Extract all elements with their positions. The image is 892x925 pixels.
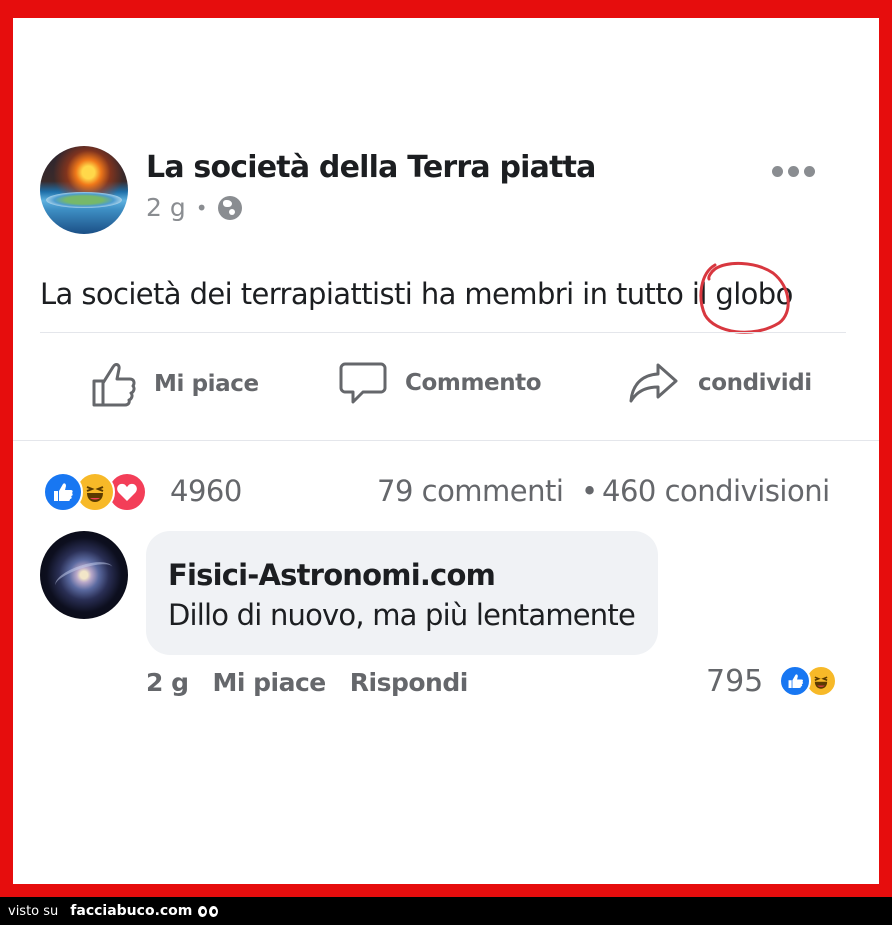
like-reaction-icon [779, 665, 811, 697]
comment-reaction-count[interactable]: 795 [706, 664, 763, 699]
meta-separator: • [195, 195, 208, 220]
comment-button[interactable]: Commento [339, 361, 542, 405]
watermark-footer: visto su facciabuco.com [0, 897, 892, 925]
comment-actions: 2 g Mi piace Rispondi [146, 668, 492, 697]
comment-time[interactable]: 2 g [146, 668, 189, 697]
post-time[interactable]: 2 g [146, 193, 186, 222]
like-button[interactable]: Mi piace [92, 361, 259, 407]
divider [13, 440, 879, 441]
page-name[interactable]: La società della Terra piatta [146, 150, 596, 185]
shares-count[interactable]: 460 condivisioni [602, 474, 830, 508]
divider [40, 332, 846, 333]
share-label: condividi [698, 370, 812, 396]
comment-text: Dillo di nuovo, ma più lentamente [168, 598, 636, 632]
footer-site-logo[interactable]: facciabuco.com [70, 903, 192, 919]
post-text: La società dei terrapiattisti ha membri … [40, 277, 793, 311]
reaction-count[interactable]: 4960 [170, 474, 242, 508]
thumbs-up-icon [92, 363, 136, 407]
like-reaction-icon [43, 472, 83, 512]
comment-reactions[interactable] [779, 665, 837, 697]
share-button[interactable]: condividi [628, 361, 812, 405]
globe-icon [217, 195, 242, 220]
comment-label: Commento [405, 370, 542, 396]
page-avatar[interactable] [40, 146, 128, 234]
comment-bubble [146, 531, 658, 655]
post-card [13, 18, 879, 884]
annotation-circle [699, 261, 790, 334]
more-options-icon[interactable] [772, 166, 815, 177]
footer-visto-su: visto su [8, 903, 59, 919]
speech-bubble-icon [339, 362, 387, 404]
comment-reply-button[interactable]: Rispondi [350, 668, 469, 697]
like-label: Mi piace [154, 371, 259, 397]
comment-author[interactable]: Fisici-Astronomi.com [168, 558, 496, 592]
eyes-icon [198, 905, 219, 917]
post-meta: 2 g • [146, 193, 242, 222]
comment-like-button[interactable]: Mi piace [213, 668, 327, 697]
reaction-summary[interactable] [43, 472, 147, 512]
comments-count[interactable]: 79 commenti [377, 474, 564, 508]
stats-separator: • [581, 474, 598, 508]
share-arrow-icon [629, 363, 678, 403]
commenter-avatar[interactable] [40, 531, 128, 619]
